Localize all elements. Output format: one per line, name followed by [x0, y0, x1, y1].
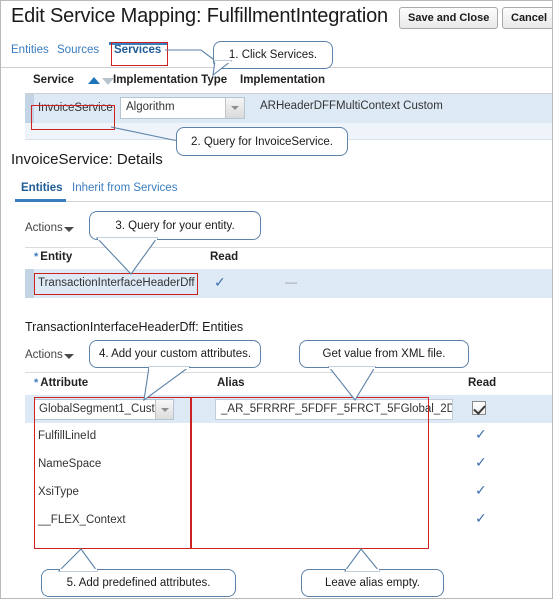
required-marker: * — [34, 251, 39, 263]
subtab-inherit-from-services[interactable]: Inherit from Services — [72, 182, 177, 194]
column-header-entity: * Entity — [34, 251, 73, 263]
column-header-alias: Alias — [217, 377, 245, 389]
service-name-cell[interactable]: InvoiceService — [34, 99, 114, 118]
services-table-row[interactable]: InvoiceService Algorithm ARHeaderDFFMult… — [25, 94, 552, 123]
details-tab-active-indicator — [15, 199, 66, 202]
implementation-cell[interactable]: ARHeaderDFFMultiContext Custom — [260, 100, 443, 112]
column-header-implementation[interactable]: Implementation — [240, 74, 325, 86]
entity-read-check-icon: ✓ — [214, 275, 226, 291]
attribute-required-marker: * — [34, 377, 39, 389]
callout-3-tail — [95, 237, 159, 275]
chevron-down-icon[interactable] — [225, 98, 244, 118]
callout-add-custom-attributes: 4. Add your custom attributes. — [89, 340, 261, 368]
column-header-service[interactable]: Service — [33, 74, 74, 86]
callout-5-tail — [327, 366, 376, 401]
attributes-actions-menu[interactable]: Actions — [25, 349, 63, 361]
attribute-name-cell[interactable]: __FLEX_Context — [38, 514, 126, 526]
attributes-section-title: TransactionInterfaceHeaderDff: Entities — [25, 320, 244, 334]
save-and-close-button[interactable]: Save and Close — [399, 7, 499, 29]
entity-name-cell[interactable]: TransactionInterfaceHeaderDff — [34, 274, 196, 293]
attributes-actions-caret-icon[interactable] — [64, 354, 74, 359]
callout-query-invoiceservice: 2. Query for InvoiceService. — [176, 127, 348, 156]
tab-entities[interactable]: Entities — [11, 42, 49, 58]
entities-actions-caret-icon[interactable] — [64, 227, 74, 232]
edit-service-mapping-window: Edit Service Mapping: FulfillmentIntegra… — [0, 0, 553, 599]
details-tab-divider — [15, 201, 552, 202]
page-title: Edit Service Mapping: FulfillmentIntegra… — [11, 5, 388, 27]
column-header-entity-read: Read — [210, 251, 239, 263]
read-check-icon: ✓ — [475, 427, 487, 443]
details-section-title: InvoiceService: Details — [11, 151, 163, 168]
read-check-icon: ✓ — [475, 511, 487, 527]
implementation-type-select[interactable]: Algorithm — [120, 97, 245, 119]
read-check-icon: ✓ — [475, 455, 487, 471]
entities-actions-menu[interactable]: Actions — [25, 222, 63, 234]
page-header: Edit Service Mapping: FulfillmentIntegra… — [1, 1, 552, 39]
attribute-name-cell[interactable]: FulfillLineId — [38, 430, 96, 442]
cancel-button[interactable]: Cancel — [502, 7, 552, 29]
tab-active-indicator — [109, 42, 167, 45]
column-header-attribute: * Attribute — [34, 377, 89, 389]
callout-7-tail — [343, 548, 381, 572]
callout-4-tail — [143, 366, 191, 402]
attribute-name-value: GlobalSegment1_Custom — [39, 403, 171, 415]
entity-third-column-value: — — [285, 275, 297, 289]
read-checkbox[interactable] — [472, 401, 486, 415]
tab-sources[interactable]: Sources — [57, 42, 99, 58]
entity-row-selector-handle[interactable] — [25, 269, 34, 298]
table-row[interactable]: __FLEX_Context ✓ — [25, 507, 552, 535]
attribute-name-cell[interactable]: XsiType — [38, 486, 79, 498]
implementation-type-value: Algorithm — [126, 101, 175, 113]
callout-query-entity: 3. Query for your entity. — [89, 211, 261, 240]
row-selector-handle[interactable] — [25, 94, 34, 123]
services-table-header: Service Implementation Type Implementati… — [25, 71, 552, 94]
callout-get-value-from-xml: Get value from XML file. — [299, 340, 469, 368]
table-row[interactable]: XsiType ✓ — [25, 479, 552, 508]
callout-add-predefined-attributes: 5. Add predefined attributes. — [41, 569, 236, 597]
table-row[interactable]: FulfillLineId ✓ — [25, 423, 552, 452]
callout-1-tail — [212, 60, 233, 77]
subtab-entities[interactable]: Entities — [21, 182, 63, 194]
table-row[interactable]: NameSpace ✓ — [25, 451, 552, 480]
sort-ascending-icon[interactable] — [88, 77, 100, 84]
callout-6-tail — [57, 548, 99, 572]
callout-leave-alias-empty: Leave alias empty. — [301, 569, 444, 597]
column-header-attribute-read: Read — [468, 377, 497, 389]
attribute-name-cell[interactable]: NameSpace — [38, 458, 101, 470]
read-check-icon: ✓ — [475, 483, 487, 499]
